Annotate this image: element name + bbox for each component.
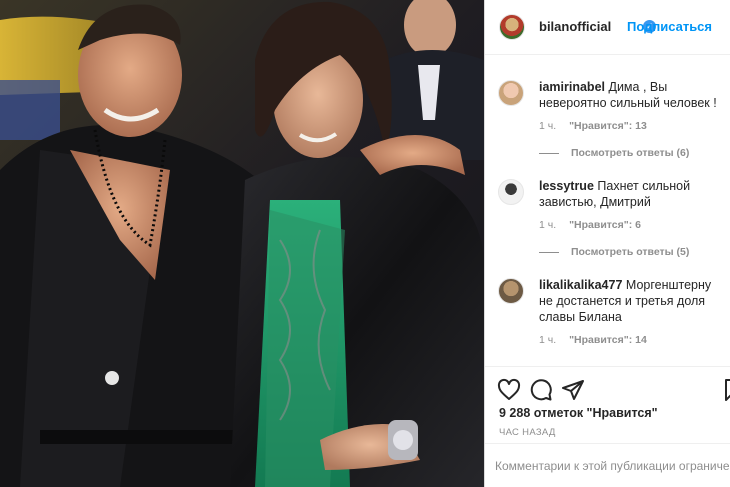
author-username[interactable]: bilanofficial <box>539 19 611 34</box>
comments-limited-text: Комментарии к этой публикации ограничены… <box>495 459 730 473</box>
share-icon[interactable] <box>561 378 585 402</box>
comment-username[interactable]: lessytrue <box>539 179 594 193</box>
comment-meta: 1 ч. "Нравится": 13 <box>539 120 657 132</box>
view-replies-label: Посмотреть ответы (5) <box>571 246 690 258</box>
post-header: bilanofficial ✓ Подписаться <box>485 0 730 55</box>
heart-icon[interactable] <box>497 378 521 402</box>
post-photo[interactable] <box>0 0 484 487</box>
author-avatar[interactable] <box>499 14 525 40</box>
comment-likes[interactable]: "Нравится": 13 <box>569 120 647 132</box>
view-replies-button[interactable]: Посмотреть ответы (5) <box>539 246 689 258</box>
comment-text: lessytrue Пахнет сильной завистью, Дмитр… <box>539 178 719 210</box>
comment-time[interactable]: 1 ч. <box>539 334 556 346</box>
commenter-avatar[interactable] <box>498 80 524 106</box>
post-image <box>0 0 484 487</box>
view-replies-label: Посмотреть ответы (6) <box>571 147 690 159</box>
commenter-avatar[interactable] <box>498 278 524 304</box>
comment-likes[interactable]: "Нравится": 14 <box>569 334 647 346</box>
comment-time[interactable]: 1 ч. <box>539 219 556 231</box>
comments-limited-notice: Комментарии к этой публикации ограничены… <box>485 443 730 487</box>
comment-username[interactable]: likalikalika477 <box>539 278 622 292</box>
comment-text: likalikalika477 Моргенштерну не достанет… <box>539 277 719 325</box>
comment-text: iamirinabel Дима , Вы невероятно сильный… <box>539 79 719 111</box>
comments-list: iamirinabel Дима , Вы невероятно сильный… <box>485 56 730 366</box>
commenter-avatar[interactable] <box>498 179 524 205</box>
bookmark-icon[interactable] <box>721 378 730 402</box>
likes-count[interactable]: 9 288 отметок "Нравится" <box>499 406 658 420</box>
post-timestamp[interactable]: ЧАС НАЗАД <box>499 427 556 438</box>
follow-button[interactable]: Подписаться <box>627 19 712 34</box>
view-replies-button[interactable]: Посмотреть ответы (6) <box>539 147 689 159</box>
comment-time[interactable]: 1 ч. <box>539 120 556 132</box>
comment-meta: 1 ч. "Нравится": 14 <box>539 334 657 346</box>
comment-likes[interactable]: "Нравится": 6 <box>569 219 641 231</box>
comment-meta: 1 ч. "Нравится": 6 <box>539 219 651 231</box>
post-side-panel: bilanofficial ✓ Подписаться iamirinabel … <box>484 0 730 487</box>
comment-icon[interactable] <box>529 378 553 402</box>
comment-username[interactable]: iamirinabel <box>539 80 605 94</box>
post-actions <box>485 366 730 410</box>
